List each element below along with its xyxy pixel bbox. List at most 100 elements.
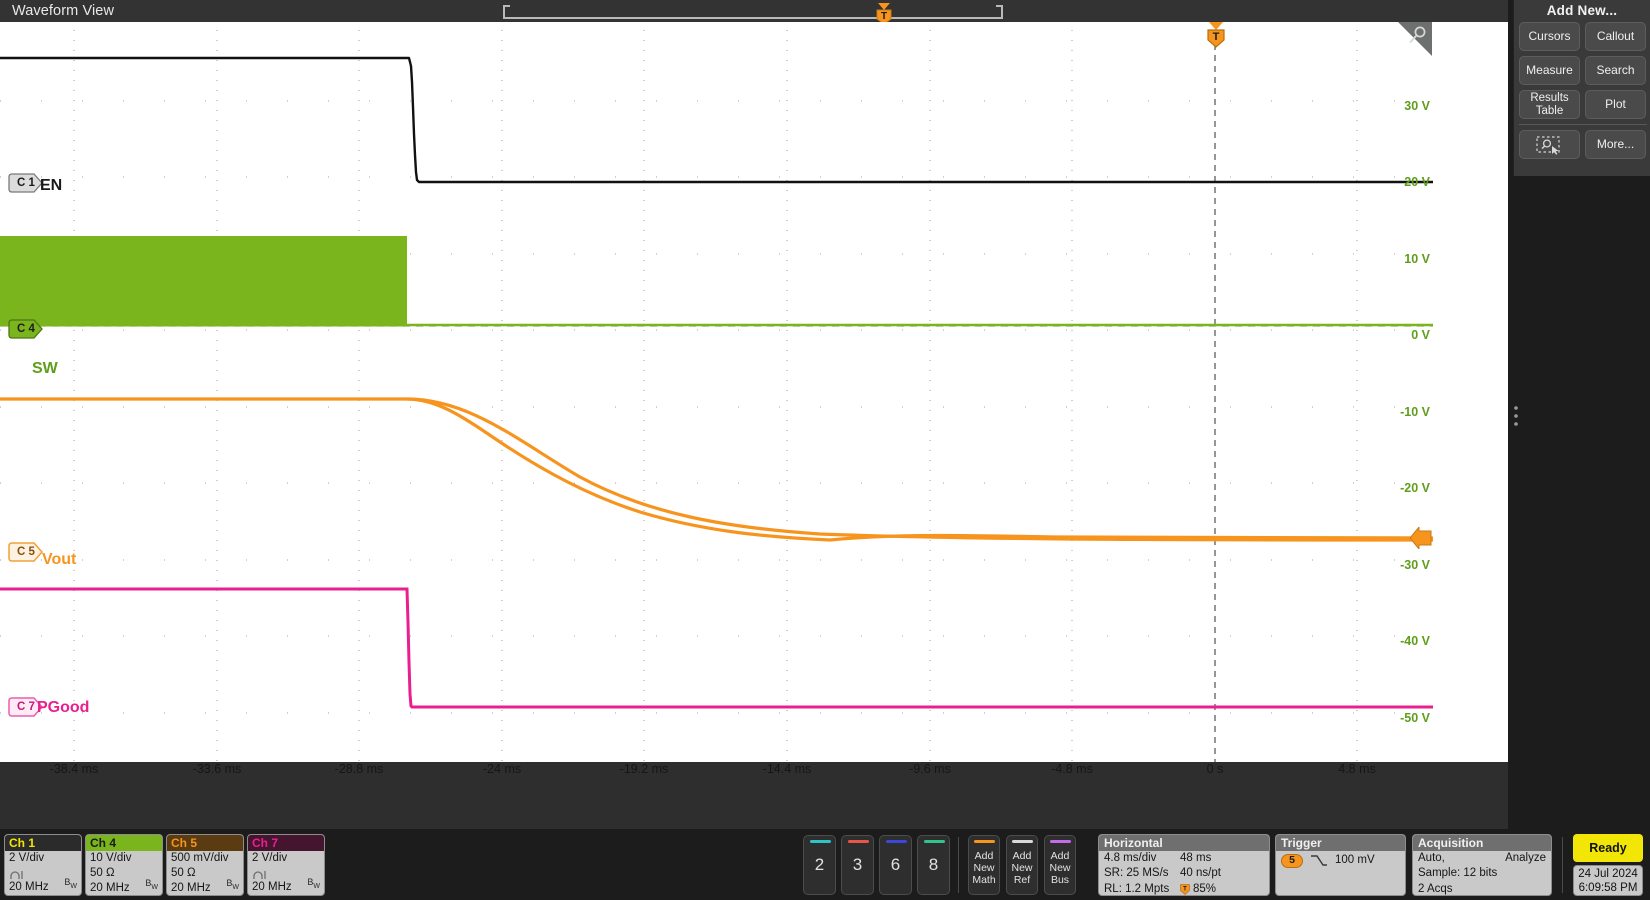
add-new-bus-label: Add New Bus: [1045, 850, 1075, 886]
dc-coupling-icon: [10, 867, 26, 880]
channel-card-ch5-scale: 500 mV/div: [171, 851, 243, 866]
oscilloscope-app: Waveform View T: [0, 0, 1650, 900]
vout-level-marker[interactable]: [1410, 527, 1432, 554]
trigger-source-label: 5: [1289, 853, 1295, 868]
acquisition-acqs: 2 Acqs: [1418, 882, 1546, 896]
time-label-2: -28.8 ms: [335, 762, 384, 776]
horizontal-total: 48 ms: [1180, 851, 1211, 866]
channel-button-3-label: 3: [853, 855, 862, 875]
overview-left-handle[interactable]: [503, 5, 505, 19]
add-new-divider: [1519, 124, 1647, 125]
bottom-divider-2: [1562, 837, 1563, 893]
channel-button-3[interactable]: 3: [841, 835, 874, 895]
time-label-0: -38.4 ms: [50, 762, 99, 776]
bottom-settings-bar: Ch 1 2 V/div 20 MHz BW Ch 4 10 V/div 50 …: [0, 829, 1650, 900]
add-new-math-color: [974, 840, 995, 843]
trigger-level: 100 mV: [1335, 853, 1375, 868]
add-callout-button[interactable]: Callout: [1585, 22, 1646, 51]
channel-badge-c7-label: C 7: [17, 701, 35, 713]
channel-button-2-label: 2: [815, 855, 824, 875]
channel-card-ch4[interactable]: Ch 4 10 V/div 50 Ω 20 MHz BW: [85, 834, 163, 896]
overview-scrollbar[interactable]: T: [503, 3, 1003, 20]
channel-card-ch5-bw-icon: BW: [226, 876, 239, 895]
add-new-bus-color: [1050, 840, 1071, 843]
add-new-ref-button[interactable]: Add New Ref: [1006, 835, 1038, 895]
trigger-position-icon: T: [1180, 884, 1190, 895]
channel-card-ch1-bw-icon: BW: [64, 875, 77, 894]
time-label-5: -14.4 ms: [763, 762, 812, 776]
acquisition-card[interactable]: Acquisition Auto, Analyze Sample: 12 bit…: [1412, 834, 1552, 896]
channel-card-ch5-title: Ch 5: [167, 835, 243, 851]
horizontal-position: 85%: [1193, 882, 1216, 896]
channel-card-ch7-scale: 2 V/div: [252, 851, 324, 866]
trigger-card[interactable]: Trigger 5 100 mV: [1275, 834, 1406, 896]
vscale-label-30v: 30 V: [1404, 99, 1430, 113]
add-new-math-label: Add New Math: [969, 850, 999, 886]
acquisition-body: Auto, Analyze Sample: 12 bits 2 Acqs: [1413, 851, 1551, 896]
graticule-svg: [0, 22, 1433, 762]
vscale-label-m30v: -30 V: [1400, 558, 1430, 572]
channel-button-2-color: [810, 840, 831, 843]
add-cursors-button[interactable]: Cursors: [1519, 22, 1580, 51]
run-status-label: Ready: [1589, 841, 1627, 855]
channel-card-ch4-title: Ch 4: [86, 835, 162, 851]
trigger-body: 5 100 mV: [1276, 851, 1405, 868]
overview-right-handle[interactable]: [1001, 5, 1003, 19]
channel-card-ch4-body: 10 V/div 50 Ω 20 MHz BW: [86, 851, 162, 896]
channel-name-vout: Vout: [42, 551, 76, 569]
add-new-bus-button[interactable]: Add New Bus: [1044, 835, 1076, 895]
add-new-ref-label: Add New Ref: [1007, 850, 1037, 886]
channel-card-ch7-bw-icon: BW: [307, 875, 320, 894]
channel-button-6[interactable]: 6: [879, 835, 912, 895]
trigger-title: Trigger: [1276, 835, 1405, 851]
channel-card-ch1[interactable]: Ch 1 2 V/div 20 MHz BW: [4, 834, 82, 896]
channel-button-2[interactable]: 2: [803, 835, 836, 895]
channel-card-ch7-body: 2 V/div 20 MHz BW: [248, 851, 324, 895]
channel-badge-c1[interactable]: C 1: [8, 173, 44, 193]
channel-button-6-label: 6: [891, 855, 900, 875]
add-plot-button[interactable]: Plot: [1585, 90, 1646, 119]
horizontal-card[interactable]: Horizontal 4.8 ms/div 48 ms SR: 25 MS/s …: [1098, 834, 1270, 896]
channel-button-8-color: [924, 840, 945, 843]
add-search-button[interactable]: Search: [1585, 56, 1646, 85]
add-measure-button[interactable]: Measure: [1519, 56, 1580, 85]
panel-resize-handle[interactable]: [1513, 405, 1519, 432]
vscale-label-m40v: -40 V: [1400, 634, 1430, 648]
add-more-button[interactable]: More...: [1585, 130, 1646, 159]
bottom-divider-1: [958, 837, 959, 893]
channel-badge-c5[interactable]: C 5: [8, 542, 44, 562]
channel-badge-c1-label: C 1: [17, 177, 35, 189]
time-label-9: 4.8 ms: [1338, 762, 1376, 776]
channel-card-ch7-title: Ch 7: [248, 835, 324, 851]
channel-badge-c4[interactable]: C 4: [8, 319, 44, 339]
svg-text:T: T: [881, 11, 887, 22]
vscale-label-10v: 10 V: [1404, 252, 1430, 266]
run-status-button[interactable]: Ready: [1573, 834, 1643, 862]
zoom-area-button[interactable]: [1519, 130, 1580, 159]
channel-card-ch5[interactable]: Ch 5 500 mV/div 50 Ω 20 MHz BW: [166, 834, 244, 896]
vscale-label-0v: 0 V: [1411, 328, 1430, 342]
magnifier-icon: [1407, 25, 1429, 47]
channel-card-ch4-scale: 10 V/div: [90, 851, 162, 866]
add-new-math-button[interactable]: Add New Math: [968, 835, 1000, 895]
waveform-view-panel: Waveform View T: [0, 0, 1508, 829]
channel-card-ch1-title: Ch 1: [5, 835, 81, 851]
channel-card-ch7[interactable]: Ch 7 2 V/div 20 MHz BW: [247, 834, 325, 896]
falling-edge-icon: [1310, 854, 1328, 867]
time-axis: -38.4 ms -33.6 ms -28.8 ms -24 ms -19.2 …: [0, 762, 1508, 786]
trigger-source-badge[interactable]: 5: [1281, 854, 1303, 868]
vscale-label-m10v: -10 V: [1400, 405, 1430, 419]
channel-badge-c5-label: C 5: [17, 546, 35, 558]
zoom-corner-button[interactable]: [1398, 22, 1432, 56]
add-results-table-button[interactable]: Results Table: [1519, 90, 1580, 119]
horizontal-resolution: 40 ns/pt: [1180, 866, 1221, 881]
vscale-label-m20v: -20 V: [1400, 481, 1430, 495]
graticule[interactable]: C 1 EN C 4 SW C 5 Vout C 7 PGood: [0, 22, 1508, 762]
time-label-3: -24 ms: [483, 762, 521, 776]
horizontal-sample-rate: SR: 25 MS/s: [1104, 866, 1180, 881]
channel-name-en: EN: [40, 177, 62, 195]
channel-button-8[interactable]: 8: [917, 835, 950, 895]
waveform-view-title-bar[interactable]: Waveform View T: [0, 0, 1508, 22]
trigger-position-marker[interactable]: T: [1206, 22, 1226, 48]
horizontal-scale: 4.8 ms/div: [1104, 851, 1180, 866]
